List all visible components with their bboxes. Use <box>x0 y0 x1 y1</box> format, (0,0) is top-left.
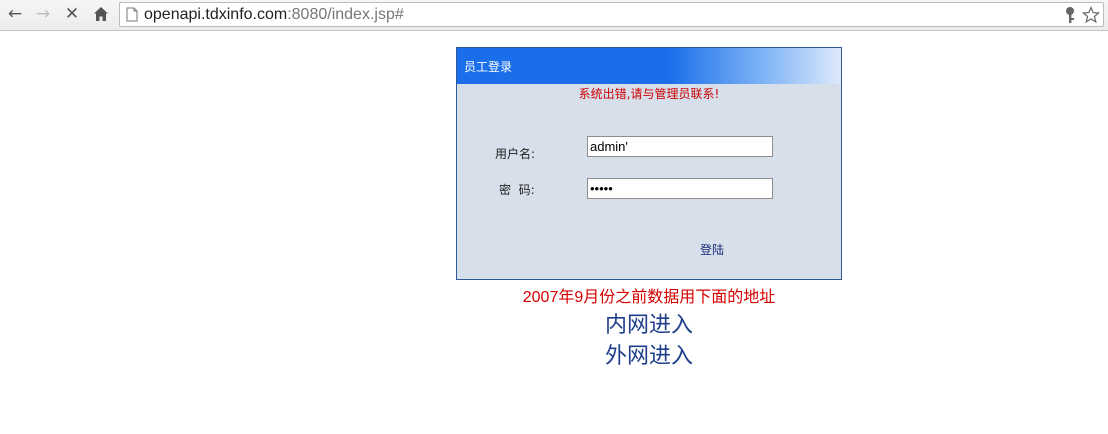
username-input[interactable] <box>587 136 773 157</box>
archive-notice: 2007年9月份之前数据用下面的地址 <box>522 289 776 306</box>
login-panel: 员工登录 系统出错,请与管理员联系! 用户名: 密 码: 登陆 <box>456 47 842 280</box>
stop-button[interactable]: ✕ <box>61 3 83 25</box>
password-label: 密 码: <box>499 183 535 197</box>
password-input[interactable] <box>587 178 773 199</box>
forward-arrow-icon: → <box>35 3 51 24</box>
intranet-link[interactable]: 内网进入 <box>456 307 842 339</box>
error-message: 系统出错,请与管理员联系! <box>578 87 720 101</box>
panel-header: 员工登录 <box>457 48 841 84</box>
url-text: openapi.tdxinfo.com:8080/index.jsp# <box>144 5 404 25</box>
login-button[interactable]: 登陆 <box>700 241 724 258</box>
url-path: :8080/index.jsp# <box>287 6 404 23</box>
home-button[interactable] <box>90 3 112 25</box>
forward-button[interactable]: → <box>32 3 54 25</box>
key-icon[interactable] <box>1061 6 1079 24</box>
panel-title: 员工登录 <box>464 60 513 74</box>
username-label: 用户名: <box>495 147 536 161</box>
url-host: openapi.tdxinfo.com <box>144 6 288 23</box>
address-bar[interactable]: openapi.tdxinfo.com:8080/index.jsp# <box>119 2 1104 27</box>
extranet-link[interactable]: 外网进入 <box>456 338 842 370</box>
page-icon <box>126 7 138 22</box>
browser-toolbar: ← → ✕ openapi.tdxinfo.com:8080/index.jsp… <box>0 0 1108 31</box>
home-icon <box>94 7 108 21</box>
back-button[interactable]: ← <box>4 3 26 25</box>
bookmark-star-icon[interactable] <box>1082 6 1100 24</box>
back-arrow-icon: ← <box>7 3 23 24</box>
stop-icon: ✕ <box>64 3 80 24</box>
